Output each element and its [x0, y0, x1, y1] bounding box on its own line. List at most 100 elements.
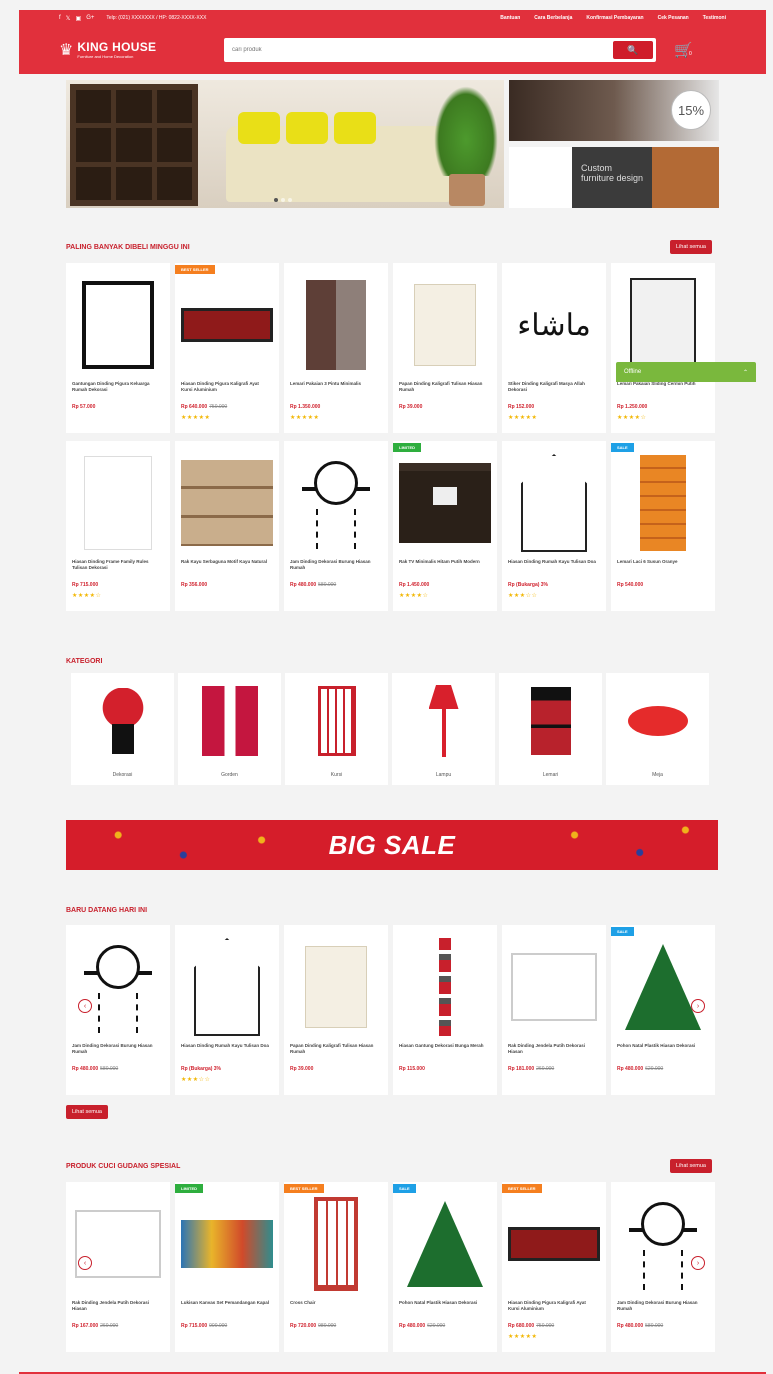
header: f 𝕏 ▣ G+ Telp: (021) XXXXXXX / HP: 0822-… — [19, 10, 766, 74]
instagram-icon[interactable]: ▣ — [76, 15, 82, 22]
product-name: Hiasan Gantung Dekorasi Bunga Merah — [399, 1043, 484, 1048]
product-name: Hiasan Dinding Pigura Kaligrafi Ayat Kur… — [508, 1300, 586, 1311]
product-card[interactable]: Lemari Pakaian 3 Pintu Minimalis Rp 1.350… — [284, 263, 388, 433]
search-input[interactable] — [224, 38, 613, 62]
logo-name: KING HOUSE — [77, 40, 157, 54]
category-label: Lampu — [435, 772, 452, 778]
category-image — [429, 685, 459, 757]
product-price: Rp 39.000 — [290, 1066, 314, 1072]
product-card[interactable]: Rak Dinding Jendela Putih Dekorasi Hiasa… — [502, 925, 606, 1095]
category-lampu[interactable]: Lampu — [392, 673, 495, 785]
promo-banner-custom[interactable]: Custom furniture design — [509, 147, 719, 208]
product-card[interactable]: LIMITED Lukisan Kanvas Set Pemandangan Ka… — [175, 1182, 279, 1352]
badge-sale: SALE — [611, 443, 634, 452]
chat-widget[interactable]: Offline ⌃ — [616, 362, 756, 382]
category-gorden[interactable]: Gorden — [178, 673, 281, 785]
badge-best-seller: BEST SELLER — [502, 1184, 542, 1193]
carousel-next-button[interactable]: › — [691, 1256, 705, 1270]
product-name: Rak Kayu Serbaguna Motif Kayu Natural — [181, 559, 268, 564]
chevron-left-icon: ‹ — [83, 1259, 87, 1267]
product-card[interactable]: Papan Dinding Kaligrafi Tulisan Hiasan R… — [393, 263, 497, 433]
new-arrivals-header: BARU DATANG HARI INI — [66, 901, 712, 919]
main-bar: ♛ KING HOUSE Furniture and Home Decorati… — [19, 26, 766, 74]
product-card[interactable]: BEST SELLER Hiasan Dinding Pigura Kaligra… — [175, 263, 279, 433]
carousel-next-button[interactable]: › — [691, 999, 705, 1013]
category-label: Kursi — [330, 772, 343, 778]
logo[interactable]: ♛ KING HOUSE Furniture and Home Decorati… — [59, 40, 224, 60]
product-name: Hiasan Dinding Pigura Kaligrafi Ayat Kur… — [181, 381, 259, 392]
search-button[interactable]: 🔍 — [613, 41, 653, 59]
product-name: Stiker Dinding Kaligrafi Masya Allah Dek… — [508, 381, 585, 392]
see-all-button[interactable]: Lihat semua — [670, 1159, 712, 1173]
product-card[interactable]: BEST SELLER Hiasan Dinding Pigura Kaligra… — [502, 1182, 606, 1352]
product-name: Hiasan Dinding Rumah Kayu Tulisan Doa — [508, 559, 596, 564]
category-label: Dekorasi — [112, 772, 133, 778]
product-price: Rp 39.000 — [399, 404, 423, 410]
product-price: Rp 356.000 — [181, 582, 208, 588]
top-link-konfirmasi[interactable]: Konfirmasi Pembayaran — [586, 15, 643, 21]
product-card[interactable]: Hiasan Dinding Frame Family Rules Tulisa… — [66, 441, 170, 611]
product-card[interactable]: Hiasan Dinding Rumah Kayu Tulisan Doa Rp … — [175, 925, 279, 1095]
top-link-cara-berbelanja[interactable]: Cara Berbelanja — [534, 15, 572, 21]
product-price: Rp 1.350.000 — [290, 404, 321, 410]
section-title: BARU DATANG HARI INI — [66, 906, 148, 914]
product-card[interactable]: Lemari Pakaian Sliding Cermin Putih Rp 1.… — [611, 263, 715, 433]
product-card[interactable]: BEST SELLER Cross Chair Rp 720.000 980.000 — [284, 1182, 388, 1352]
hero-slider[interactable] — [66, 80, 504, 208]
best-sellers-grid: Gantungan Dinding Pigura Keluarga Rumah … — [66, 263, 716, 611]
see-all-button[interactable]: Lihat semua — [670, 240, 712, 254]
badge-best-seller: BEST SELLER — [175, 265, 215, 274]
clearance-header: PRODUK CUCI GUDANG SPESIAL Lihat semua — [66, 1157, 712, 1175]
top-link-cek-pesanan[interactable]: Cek Pesanan — [658, 15, 689, 21]
category-lemari[interactable]: Lemari — [499, 673, 602, 785]
google-plus-icon[interactable]: G+ — [86, 15, 94, 22]
product-image — [414, 284, 476, 366]
product-image — [194, 938, 260, 1036]
slider-dots[interactable] — [274, 198, 292, 202]
category-label: Meja — [652, 772, 663, 778]
product-image — [508, 1227, 600, 1261]
product-price: Rp 720.000 980.000 — [290, 1323, 337, 1329]
product-name: Papan Dinding Kaligrafi Tulisan Hiasan R… — [399, 381, 483, 392]
category-label: Gorden — [221, 772, 238, 778]
product-card[interactable]: Jam Dinding Dekorasi Burung Hiasan Rumah… — [284, 441, 388, 611]
product-card[interactable]: ماشاء Stiker Dinding Kaligrafi Masya Alla… — [502, 263, 606, 433]
carousel-prev-button[interactable]: ‹ — [78, 999, 92, 1013]
category-dekorasi[interactable]: Dekorasi — [71, 673, 174, 785]
product-image — [407, 1201, 483, 1287]
promo-banner-discount[interactable]: 15% — [509, 80, 719, 141]
categories-header: KATEGORI — [66, 652, 712, 670]
product-name: Rak TV Minimalis Hitam Putih Modern — [399, 559, 480, 564]
product-name: Hiasan Dinding Frame Family Rules Tulisa… — [72, 559, 149, 570]
product-price: Rp 480.000 580.000 — [290, 582, 337, 588]
product-name: Pohon Natal Plastik Hiasan Dekorasi — [617, 1043, 696, 1048]
product-card[interactable]: Gantungan Dinding Pigura Keluarga Rumah … — [66, 263, 170, 433]
product-card[interactable]: Papan Dinding Kaligrafi Tulisan Hiasan R… — [284, 925, 388, 1095]
top-link-testimoni[interactable]: Testimoni — [703, 15, 726, 21]
see-all-button[interactable]: Lihat semua — [66, 1105, 108, 1119]
carousel-prev-button[interactable]: ‹ — [78, 1256, 92, 1270]
rating-stars: ★★★★★ — [290, 415, 320, 421]
product-image — [439, 938, 451, 1036]
hero-banner: 15% Custom furniture design — [66, 80, 719, 208]
product-card[interactable]: Rak Kayu Serbaguna Motif Kayu Natural Rp … — [175, 441, 279, 611]
top-link-bantuan[interactable]: Bantuan — [500, 15, 520, 21]
category-kursi[interactable]: Kursi — [285, 673, 388, 785]
cart-button[interactable]: 🛒 0 — [674, 41, 693, 59]
product-image — [82, 281, 154, 369]
twitter-icon[interactable]: 𝕏 — [66, 15, 71, 22]
product-image — [521, 454, 587, 552]
product-card[interactable]: Hiasan Dinding Rumah Kayu Tulisan Doa Rp … — [502, 441, 606, 611]
product-card[interactable]: Hiasan Gantung Dekorasi Bunga Merah Rp 11… — [393, 925, 497, 1095]
product-card[interactable]: LIMITED Rak TV Minimalis Hitam Putih Mode… — [393, 441, 497, 611]
product-image — [640, 455, 686, 551]
product-card[interactable]: SALE Pohon Natal Plastik Hiasan Dekorasi R… — [393, 1182, 497, 1352]
facebook-icon[interactable]: f — [59, 15, 61, 22]
product-card[interactable]: SALE Lemari Laci 6 Susun Oranye Rp 540.000 — [611, 441, 715, 611]
big-sale-banner[interactable]: BIG SALE — [66, 820, 718, 870]
product-price: Rp 715.000 — [72, 582, 99, 588]
product-image — [627, 1198, 699, 1290]
product-price: Rp 181.000 260.000 — [508, 1066, 555, 1072]
category-meja[interactable]: Meja — [606, 673, 709, 785]
product-price: Rp 480.000 620.000 — [617, 1066, 664, 1072]
